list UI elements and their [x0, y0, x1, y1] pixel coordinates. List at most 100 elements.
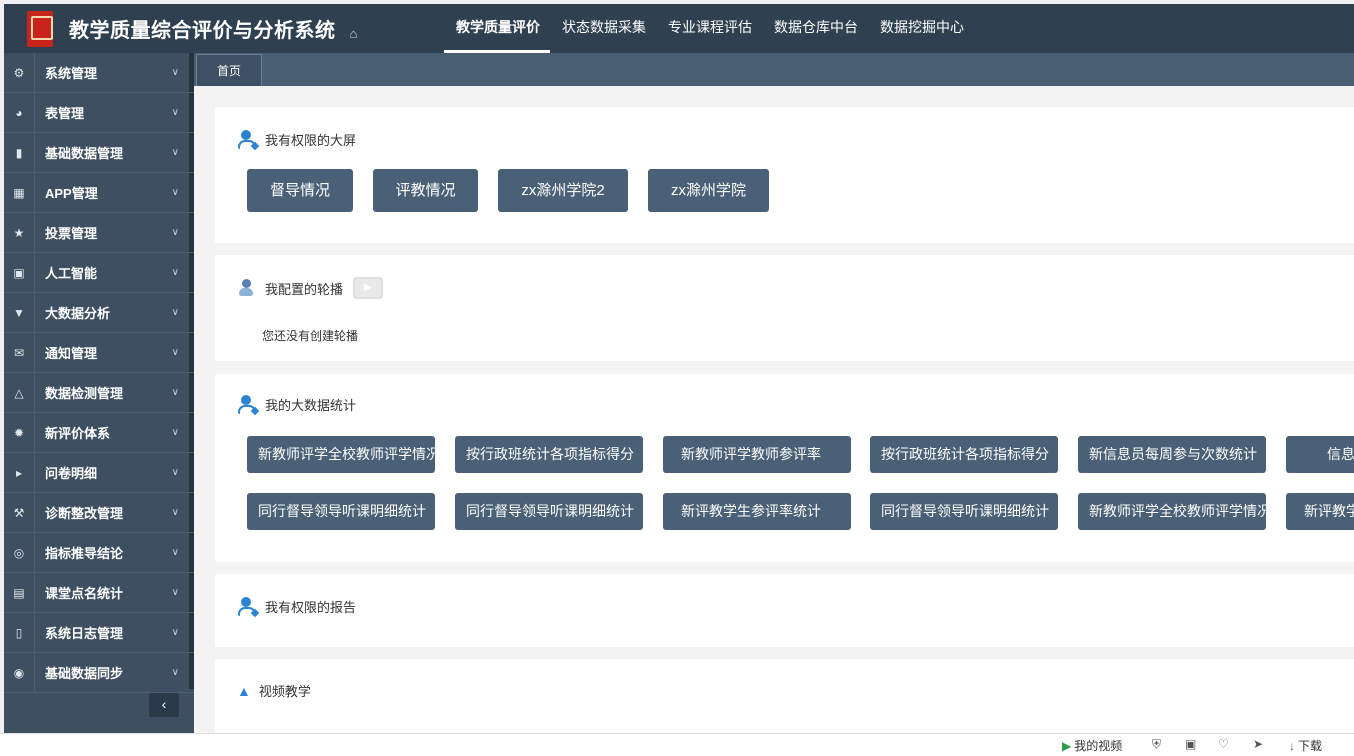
- download-label: 下载: [1298, 739, 1323, 753]
- stats-button[interactable]: 新教师评学全校教师评学情况: [247, 436, 435, 473]
- rocket-icon[interactable]: ➤: [1253, 737, 1263, 751]
- sidebar-item-vote[interactable]: ★ 投票管理 ∨: [4, 212, 194, 253]
- app-title: 教学质量综合评价与分析系统: [69, 20, 336, 42]
- sidebar-item-bigdata[interactable]: ▼ 大数据分析 ∨: [4, 292, 194, 333]
- trophy-icon: ★: [13, 225, 25, 240]
- gears-icon: ⚙: [13, 65, 25, 80]
- sidebar-collapse-button[interactable]: ‹: [149, 693, 179, 717]
- topnav-course-eval[interactable]: 专业课程评估: [656, 4, 762, 53]
- stats-button[interactable]: 按行政班统计各项指标得分: [870, 436, 1058, 473]
- shield-icon[interactable]: ⛨: [1152, 737, 1161, 752]
- chevron-down-icon: ∨: [171, 467, 179, 478]
- stats-button[interactable]: 新信息员每周参与次数统计: [1078, 436, 1266, 473]
- sidebar-item-label: 表管理: [45, 106, 85, 121]
- user-edit-icon: [237, 129, 260, 151]
- top-header: 教学质量综合评价与分析系统 ⌂ 教学质量评价 状态数据采集 专业课程评估 数据仓…: [4, 4, 1354, 53]
- stats-button[interactable]: 同行督导领导听课明细统计: [870, 493, 1058, 530]
- wrench-icon: ⚒: [13, 505, 25, 520]
- video-play-icon: ▶: [353, 277, 384, 299]
- heart-icon[interactable]: ♡: [1218, 737, 1229, 751]
- screen-button[interactable]: 评教情况: [373, 169, 478, 212]
- card-title: 我有权限的大屏: [265, 132, 357, 148]
- tab-home[interactable]: 首页: [196, 54, 262, 86]
- chevron-down-icon: ∨: [171, 307, 179, 318]
- sidebar-item-ai[interactable]: ▣ 人工智能 ∨: [4, 252, 194, 293]
- sidebar-item-system[interactable]: ⚙ 系统管理 ∨: [4, 53, 194, 93]
- sidebar-item-basic-data[interactable]: ▮ 基础数据管理 ∨: [4, 132, 194, 173]
- image-icon[interactable]: ▣: [1185, 737, 1196, 751]
- card-videos: ▲ 视频教学: [215, 659, 1354, 733]
- sidebar-item-data-check[interactable]: △ 数据检测管理 ∨: [4, 372, 194, 413]
- screen-button[interactable]: zx滁州学院: [648, 169, 769, 212]
- chevron-down-icon: ∨: [171, 547, 179, 558]
- sidebar-item-survey[interactable]: ▸ 问卷明细 ∨: [4, 452, 194, 493]
- stats-button[interactable]: 信息: [1286, 436, 1354, 473]
- sidebar-item-label: 投票管理: [45, 226, 98, 241]
- sidebar-item-label: 指标推导结论: [45, 546, 124, 561]
- sidebar-item-label: 问卷明细: [45, 466, 98, 481]
- chevron-down-icon: ∨: [171, 587, 179, 598]
- sidebar-item-app[interactable]: ▦ APP管理 ∨: [4, 172, 194, 213]
- card-screens: 我有权限的大屏 督导情况 评教情况 zx滁州学院2 zx滁州学院: [215, 107, 1354, 243]
- sidebar-item-tables[interactable]: ◕ 表管理 ∨: [4, 92, 194, 133]
- sidebar-item-new-eval[interactable]: ✹ 新评价体系 ∨: [4, 412, 194, 453]
- sidebar-item-label: APP管理: [45, 186, 98, 201]
- topnav-teaching-quality[interactable]: 教学质量评价: [444, 4, 550, 53]
- main-content: 我有权限的大屏 督导情况 评教情况 zx滁州学院2 zx滁州学院 我配置的轮播 …: [194, 86, 1354, 733]
- grid-icon: ▦: [13, 185, 25, 200]
- card-title: 视频教学: [258, 684, 311, 699]
- card-title: 我有权限的报告: [265, 599, 357, 615]
- sidebar-item-label: 课堂点名统计: [45, 586, 124, 601]
- stats-button[interactable]: 新教师评学全校教师评学情况: [1078, 493, 1266, 530]
- card-title: 我的大数据统计: [265, 397, 357, 413]
- sidebar-item-label: 数据检测管理: [45, 386, 124, 401]
- sidebar-item-label: 人工智能: [45, 266, 98, 281]
- chevron-down-icon: ∨: [171, 187, 179, 198]
- download-button[interactable]: ↓ 下载: [1289, 737, 1322, 754]
- gear-icon: ✹: [13, 425, 25, 440]
- download-icon: ↓: [1289, 738, 1295, 753]
- empty-carousel-text: 您还没有创建轮播: [262, 329, 359, 343]
- sidebar-item-sync[interactable]: ◉ 基础数据同步 ∨: [4, 652, 194, 693]
- sidebar-item-indicator[interactable]: ◎ 指标推导结论 ∨: [4, 532, 194, 573]
- stats-button[interactable]: 新评教学生参评率统计: [663, 493, 851, 530]
- graduation-cap-icon: ▲: [237, 682, 251, 699]
- stats-button[interactable]: 新评教学: [1286, 493, 1354, 530]
- sidebar-item-label: 系统管理: [45, 66, 98, 81]
- eye-icon: ◉: [13, 665, 25, 680]
- card-carousel: 我配置的轮播 ▶ 您还没有创建轮播: [215, 255, 1354, 361]
- archive-icon: ▣: [13, 265, 25, 280]
- card-stats: 我的大数据统计 新教师评学全校教师评学情况 按行政班统计各项指标得分 新教师评学…: [215, 374, 1354, 562]
- sidebar-item-diagnosis[interactable]: ⚒ 诊断整改管理 ∨: [4, 492, 194, 533]
- chevron-down-icon: ∨: [171, 67, 179, 78]
- top-nav: 教学质量评价 状态数据采集 专业课程评估 数据仓库中台 数据挖掘中心: [444, 4, 974, 53]
- compass-icon: ◎: [13, 545, 25, 560]
- stats-button[interactable]: 按行政班统计各项指标得分: [455, 436, 643, 473]
- topnav-data-mining[interactable]: 数据挖掘中心: [868, 4, 974, 53]
- sidebar-item-logs[interactable]: ▯ 系统日志管理 ∨: [4, 612, 194, 653]
- bullhorn-icon: ▸: [15, 465, 23, 480]
- my-video-link[interactable]: ▶ 我的视频: [1062, 737, 1122, 754]
- sidebar-item-label: 新评价体系: [45, 426, 111, 441]
- my-video-label: 我的视频: [1074, 739, 1123, 753]
- filter-icon: ▼: [13, 305, 25, 320]
- chevron-down-icon: ∨: [171, 227, 179, 238]
- stats-button[interactable]: 同行督导领导听课明细统计: [247, 493, 435, 530]
- topnav-status-data[interactable]: 状态数据采集: [550, 4, 656, 53]
- sidebar-item-label: 系统日志管理: [45, 626, 124, 641]
- stats-button[interactable]: 新教师评学教师参评率: [663, 436, 851, 473]
- bookmark-icon: ▮: [15, 145, 23, 160]
- card-title: 我配置的轮播: [265, 281, 344, 297]
- chevron-down-icon: ∨: [171, 507, 179, 518]
- screen-button[interactable]: 督导情况: [247, 169, 353, 212]
- chevron-down-icon: ∨: [171, 267, 179, 278]
- stats-button[interactable]: 同行督导领导听课明细统计: [455, 493, 643, 530]
- topnav-data-warehouse[interactable]: 数据仓库中台: [762, 4, 868, 53]
- user-edit-icon: [237, 596, 260, 618]
- sidebar-item-rollcall[interactable]: ▤ 课堂点名统计 ∨: [4, 572, 194, 613]
- screen-button[interactable]: zx滁州学院2: [498, 169, 628, 212]
- school-logo: [27, 10, 53, 47]
- home-icon[interactable]: ⌂: [350, 26, 358, 41]
- sidebar-item-notice[interactable]: ✉ 通知管理 ∨: [4, 332, 194, 373]
- chevron-down-icon: ∨: [171, 387, 179, 398]
